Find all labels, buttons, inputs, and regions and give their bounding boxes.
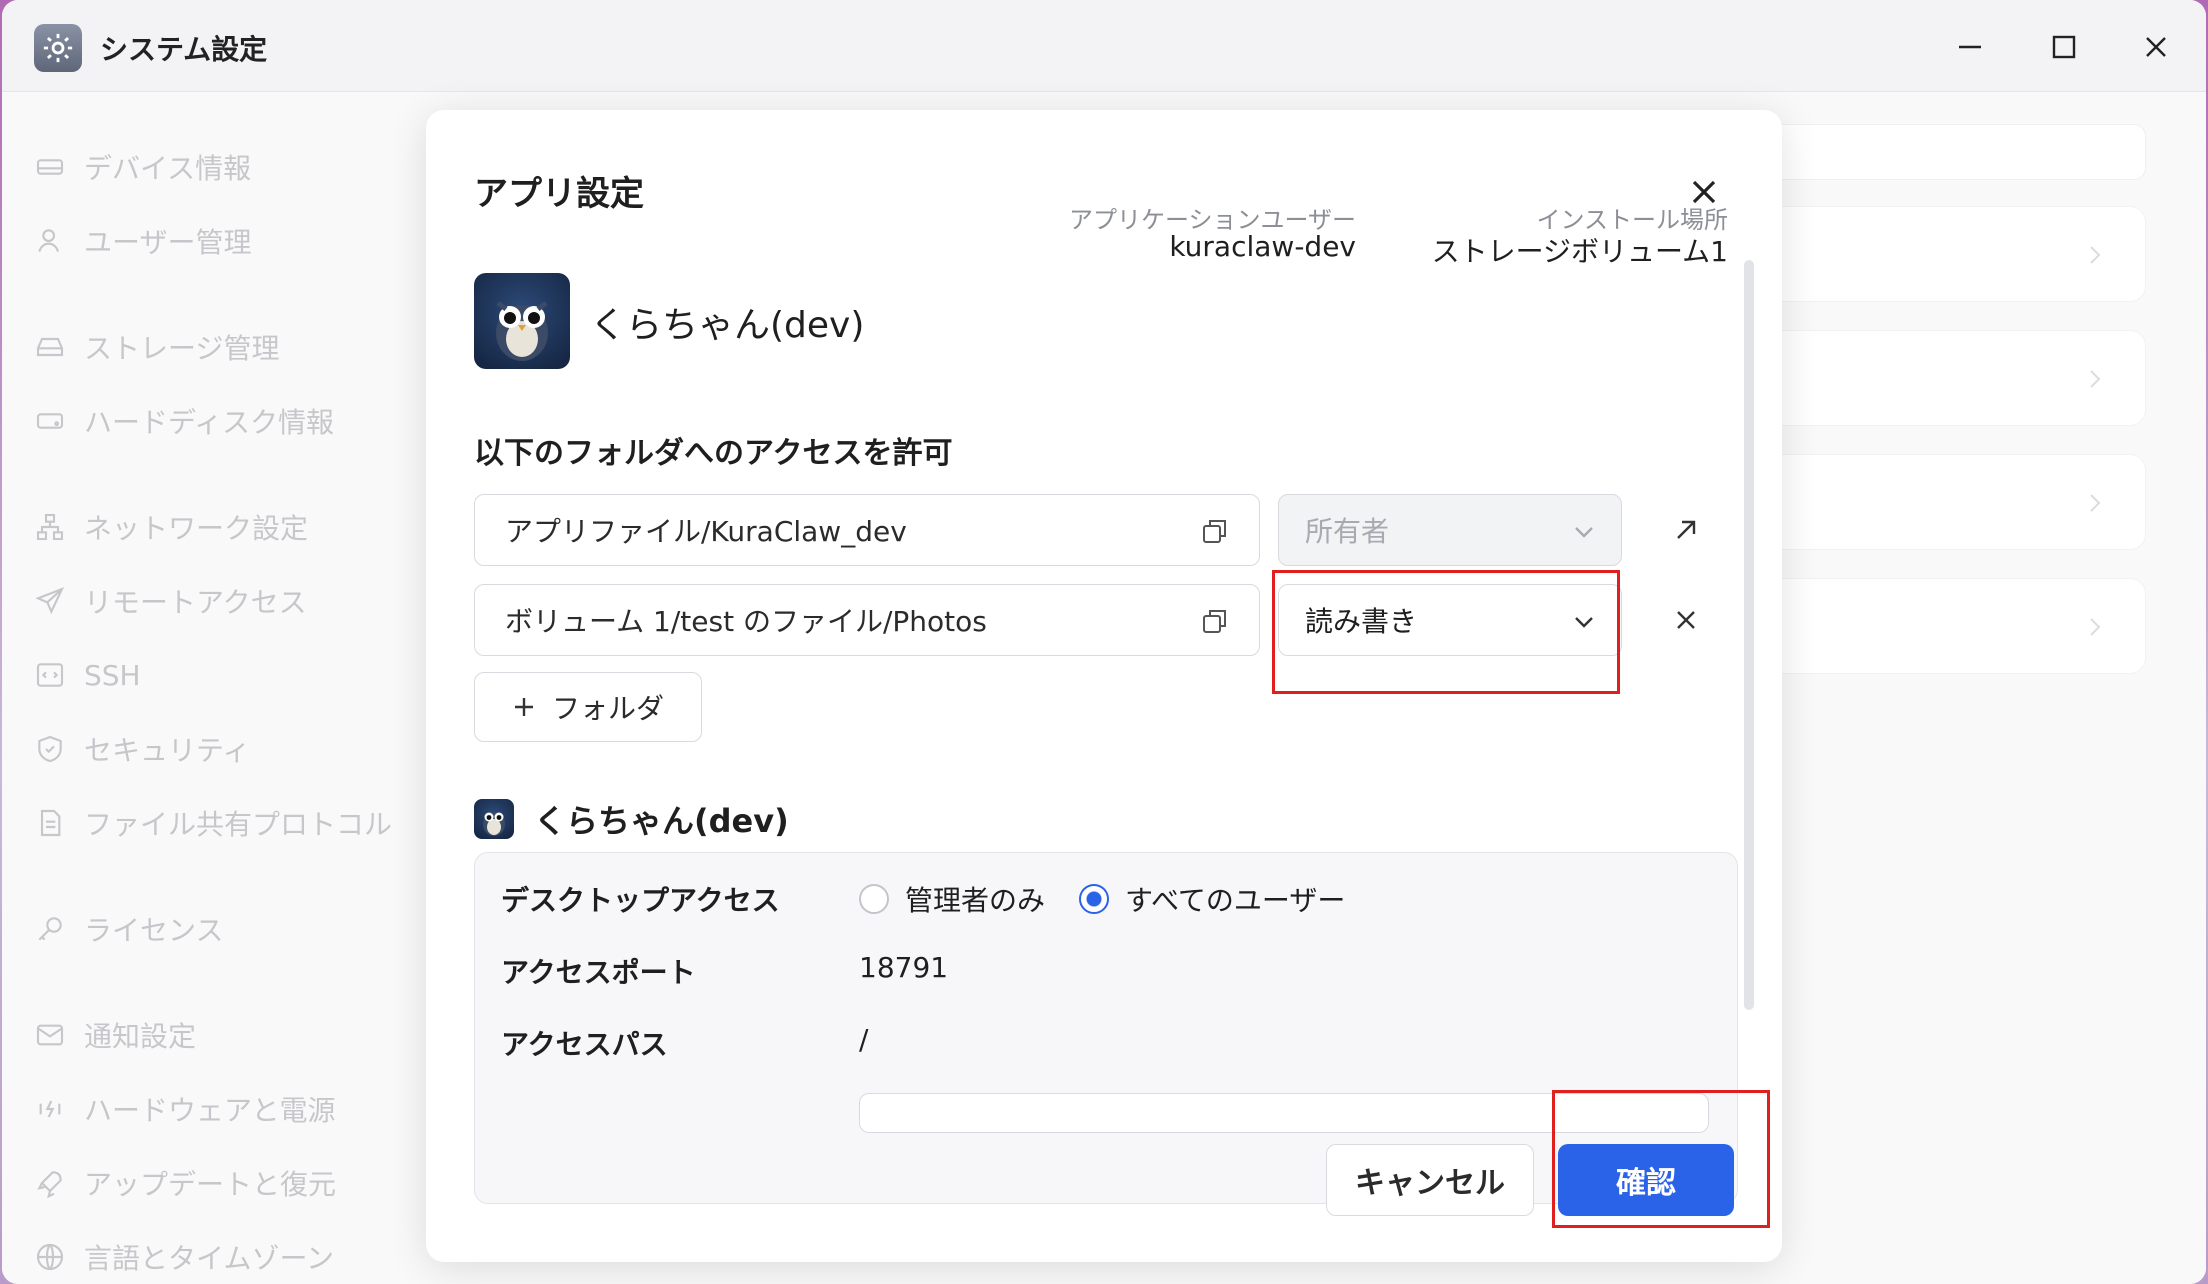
close-icon — [1677, 611, 1695, 629]
app-settings-dialog: アプリ設定 くらちゃん(dev) アプリケーションユーザー kuraclaw-d… — [426, 110, 1782, 1262]
close-window-button[interactable] — [2128, 22, 2184, 72]
radio-label: すべてのユーザー — [1125, 884, 1346, 917]
folder-path-text: アプリファイル/KuraClaw_dev — [505, 515, 907, 548]
copy-icon[interactable] — [1201, 607, 1229, 635]
confirm-button[interactable]: 確認 — [1558, 1144, 1734, 1216]
permission-select[interactable]: 読み書き — [1278, 584, 1622, 656]
chevron-down-icon — [1575, 617, 1593, 628]
folder-access-title: 以下のフォルダへのアクセスを許可 — [474, 436, 953, 471]
radio-all-users[interactable]: すべてのユーザー — [1079, 879, 1345, 919]
permission-value: 読み書き — [1305, 605, 1418, 638]
dialog-title: アプリ設定 — [474, 174, 644, 214]
app-owl-avatar-small — [474, 799, 514, 839]
partially-visible-field[interactable] — [859, 1093, 1709, 1133]
permission-select-disabled: 所有者 — [1278, 494, 1622, 566]
desktop-access-label: デスクトップアクセス — [501, 884, 780, 917]
copy-icon[interactable] — [1201, 517, 1229, 545]
folder-path-field[interactable]: アプリファイル/KuraClaw_dev — [474, 494, 1260, 566]
radio-checked — [1079, 884, 1109, 914]
cancel-button[interactable]: キャンセル — [1326, 1144, 1534, 1216]
title-bar: システム設定 — [2, 0, 2206, 92]
access-path-label: アクセスパス — [501, 1028, 668, 1061]
radio-admin-only[interactable]: 管理者のみ — [859, 879, 1045, 919]
remove-folder-button[interactable] — [1666, 600, 1706, 640]
access-port-value: 18791 — [859, 951, 949, 984]
folder-path-field[interactable]: ボリューム 1/test のファイル/Photos — [474, 584, 1260, 656]
add-folder-label: フォルダ — [551, 692, 664, 725]
app-user-value: kuraclaw-dev — [1169, 230, 1356, 263]
app-access-settings: デスクトップアクセス 管理者のみ すべてのユーザー アクセスポート 18791 … — [474, 852, 1738, 1204]
permission-value: 所有者 — [1305, 515, 1390, 548]
folder-path-text: ボリューム 1/test のファイル/Photos — [505, 605, 987, 638]
access-port-label: アクセスポート — [501, 956, 696, 989]
minimize-button[interactable] — [1942, 22, 1998, 72]
gear-icon — [34, 24, 82, 72]
radio-label: 管理者のみ — [905, 884, 1046, 917]
sub-app-header: くらちゃん(dev) — [474, 796, 789, 842]
app-owl-avatar — [474, 273, 570, 369]
install-location-value: ストレージボリューム1 — [1431, 235, 1728, 268]
plus-icon — [514, 698, 533, 716]
maximize-button[interactable] — [2036, 22, 2092, 72]
app-name: くらちゃん(dev) — [590, 305, 865, 346]
radio-unchecked — [859, 884, 889, 914]
window-title: システム設定 — [100, 33, 268, 66]
sub-app-name: くらちゃん(dev) — [534, 802, 789, 840]
access-path-value: / — [859, 1023, 869, 1056]
arrow-up-right-icon — [1677, 520, 1696, 539]
open-folder-button[interactable] — [1666, 510, 1706, 550]
dialog-scrollbar[interactable] — [1744, 260, 1754, 1010]
system-settings-window: システム設定 デバイス情報 ユーザー管理 ストレージ管理 ハードディスク情報 ネ… — [2, 0, 2206, 1284]
add-folder-button[interactable]: フォルダ — [474, 672, 702, 742]
chevron-down-icon — [1575, 527, 1593, 538]
